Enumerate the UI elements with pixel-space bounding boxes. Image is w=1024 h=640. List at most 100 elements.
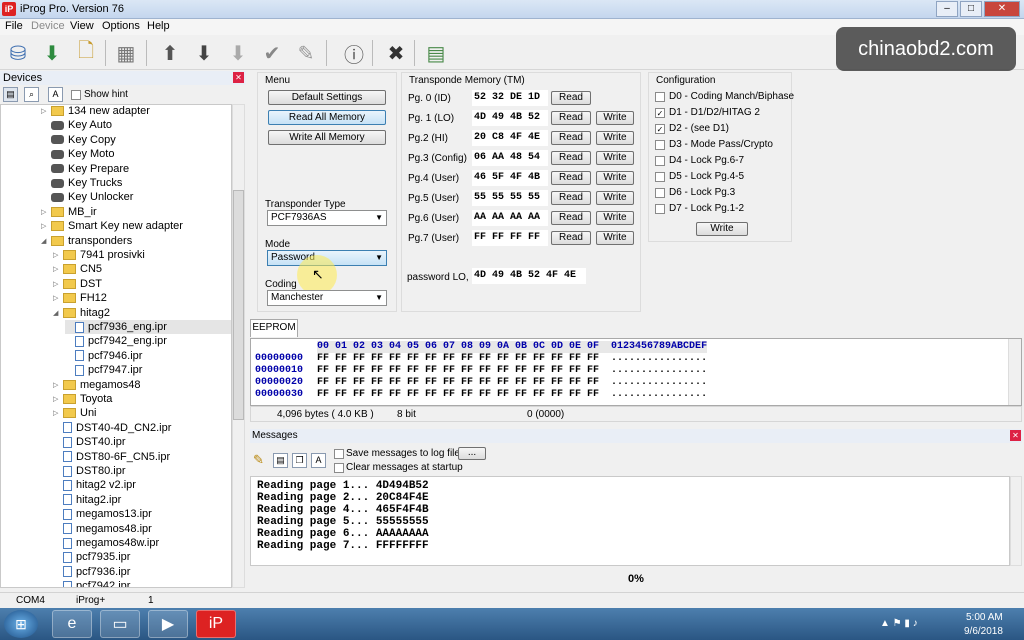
tree-item[interactable]: Key Trucks bbox=[41, 176, 122, 190]
tree-item[interactable]: Key Moto bbox=[41, 147, 114, 161]
tree-item[interactable]: ▷ 7941 prosivki bbox=[53, 248, 145, 262]
tree-item[interactable]: megamos48.ipr bbox=[53, 522, 152, 536]
tm-read-button[interactable]: Read bbox=[551, 111, 591, 125]
messages-close-icon[interactable]: ✕ bbox=[1010, 430, 1021, 441]
tree-item[interactable]: pcf7936_eng.ipr bbox=[65, 320, 231, 334]
tree-item[interactable]: pcf7935.ipr bbox=[53, 550, 130, 564]
config-checkbox[interactable] bbox=[655, 172, 665, 182]
tm-page-value[interactable]: 06 AA 48 54 bbox=[472, 150, 548, 166]
write-all-memory-button[interactable]: Write All Memory bbox=[268, 130, 386, 145]
devices-close-icon[interactable]: ✕ bbox=[233, 72, 244, 83]
tree-item[interactable]: ▷ megamos48 bbox=[53, 378, 141, 392]
tree-item[interactable]: ▷ 134 new adapter bbox=[41, 105, 150, 118]
tree-item[interactable]: ▷ MB_ir bbox=[41, 205, 97, 219]
expander-icon[interactable]: ▷ bbox=[53, 381, 60, 389]
expander-icon[interactable]: ◢ bbox=[41, 237, 48, 245]
transponder-type-select[interactable]: PCF7936AS ▼ bbox=[267, 210, 387, 226]
calculator-icon[interactable]: ▤ bbox=[422, 39, 450, 67]
browse-log-button[interactable]: ... bbox=[458, 447, 486, 460]
config-checkbox[interactable]: ✓ bbox=[655, 108, 665, 118]
close-button[interactable]: ✕ bbox=[984, 1, 1020, 17]
copy-icon[interactable]: ❐ bbox=[292, 453, 307, 468]
font-icon[interactable]: A bbox=[311, 453, 326, 468]
tree-item[interactable]: hitag2 v2.ipr bbox=[53, 478, 136, 492]
tm-read-button[interactable]: Read bbox=[551, 91, 591, 105]
read-all-memory-button[interactable]: Read All Memory bbox=[268, 110, 386, 125]
write-down-icon[interactable]: ⬇ bbox=[190, 39, 218, 67]
tm-read-button[interactable]: Read bbox=[551, 151, 591, 165]
chip-icon[interactable]: ▦ bbox=[112, 39, 140, 67]
search-icon[interactable]: ⌕ bbox=[24, 87, 39, 102]
tree-item[interactable]: pcf7947.ipr bbox=[65, 363, 142, 377]
menu-help[interactable]: Help bbox=[147, 20, 170, 32]
tree-item[interactable]: ◢ transponders bbox=[41, 234, 132, 248]
tree-item[interactable]: hitag2.ipr bbox=[53, 493, 121, 507]
show-hint-checkbox[interactable] bbox=[71, 90, 81, 100]
tree-item[interactable]: ▷ FH12 bbox=[53, 291, 107, 305]
tree-item[interactable]: DST80.ipr bbox=[53, 464, 126, 478]
tree-item[interactable]: pcf7942_eng.ipr bbox=[65, 334, 167, 348]
expander-icon[interactable]: ▷ bbox=[53, 395, 60, 403]
tree-item[interactable]: ▷ Toyota bbox=[53, 392, 112, 406]
default-settings-button[interactable]: Default Settings bbox=[268, 90, 386, 105]
expander-icon[interactable]: ▷ bbox=[41, 222, 48, 230]
info-icon[interactable]: ⓘ bbox=[340, 39, 368, 67]
menu-options[interactable]: Options bbox=[102, 20, 140, 32]
read-up-icon[interactable]: ⬆ bbox=[156, 39, 184, 67]
config-checkbox[interactable]: ✓ bbox=[655, 124, 665, 134]
tm-write-button[interactable]: Write bbox=[596, 171, 634, 185]
menu-device[interactable]: Device bbox=[31, 20, 65, 32]
tm-read-button[interactable]: Read bbox=[551, 131, 591, 145]
tm-read-button[interactable]: Read bbox=[551, 211, 591, 225]
maximize-button[interactable]: □ bbox=[960, 1, 982, 17]
tree-scroll-thumb[interactable] bbox=[233, 190, 244, 420]
tray-icons[interactable]: ▲ ⚑ ▮ ♪ bbox=[880, 618, 918, 629]
tree-item[interactable]: Key Unlocker bbox=[41, 190, 133, 204]
tm-read-button[interactable]: Read bbox=[551, 171, 591, 185]
tm-write-button[interactable]: Write bbox=[596, 211, 634, 225]
start-button[interactable]: ⊞ bbox=[4, 610, 38, 638]
tree-item[interactable]: Key Prepare bbox=[41, 162, 129, 176]
tm-page-value[interactable]: FF FF FF FF bbox=[472, 230, 548, 246]
clear-startup-checkbox[interactable] bbox=[334, 463, 344, 473]
tm-write-button[interactable]: Write bbox=[596, 111, 634, 125]
tree-item[interactable]: DST40-4D_CN2.ipr bbox=[53, 421, 171, 435]
tm-page-value[interactable]: 52 32 DE 1D bbox=[472, 90, 548, 106]
config-checkbox[interactable] bbox=[655, 204, 665, 214]
tree-item[interactable]: pcf7942.ipr bbox=[53, 579, 130, 587]
explorer-icon[interactable]: ▭ bbox=[100, 610, 140, 638]
menu-file[interactable]: File bbox=[5, 20, 23, 32]
open-icon[interactable]: ⛁ bbox=[4, 39, 32, 67]
save-icon[interactable]: ⬇ bbox=[38, 39, 66, 67]
tree-item[interactable]: ▷ Uni bbox=[53, 406, 97, 420]
verify-down-icon[interactable]: ⬇ bbox=[224, 39, 252, 67]
text-size-icon[interactable]: A bbox=[48, 87, 63, 102]
brush-icon[interactable]: ✎ bbox=[253, 452, 264, 468]
tree-item[interactable]: Key Auto bbox=[41, 118, 112, 132]
config-checkbox[interactable] bbox=[655, 140, 665, 150]
tm-page-value[interactable]: 4D 49 4B 52 bbox=[472, 110, 548, 126]
tree-item[interactable]: megamos48w.ipr bbox=[53, 536, 159, 550]
tree-item[interactable]: ▷ DST bbox=[53, 277, 102, 291]
tm-page-value[interactable]: 20 C8 4F 4E bbox=[472, 130, 548, 146]
erase-brush-icon[interactable]: ✎ bbox=[292, 39, 320, 67]
tm-read-button[interactable]: Read bbox=[551, 191, 591, 205]
save-log-icon[interactable]: ▤ bbox=[273, 453, 288, 468]
coding-select[interactable]: Manchester ▼ bbox=[267, 290, 387, 306]
tm-page-value[interactable]: AA AA AA AA bbox=[472, 210, 548, 226]
tm-page-value[interactable]: 55 55 55 55 bbox=[472, 190, 548, 206]
save-log-checkbox[interactable] bbox=[334, 449, 344, 459]
tree-item[interactable]: megamos13.ipr bbox=[53, 507, 152, 521]
tab-eeprom[interactable]: EEPROM bbox=[250, 319, 298, 337]
tm-write-button[interactable]: Write bbox=[596, 151, 634, 165]
eeprom-scrollbar[interactable] bbox=[1008, 339, 1021, 405]
config-checkbox[interactable] bbox=[655, 92, 665, 102]
tm-read-button[interactable]: Read bbox=[551, 231, 591, 245]
tree-item[interactable]: ▷ CN5 bbox=[53, 262, 102, 276]
config-checkbox[interactable] bbox=[655, 156, 665, 166]
stop-icon[interactable]: ✖ bbox=[382, 39, 410, 67]
ie-icon[interactable]: e bbox=[52, 610, 92, 638]
tree-item[interactable]: ◢ hitag2 bbox=[53, 306, 110, 320]
tree-item[interactable]: Key Copy bbox=[41, 133, 116, 147]
expander-icon[interactable]: ▷ bbox=[53, 409, 60, 417]
